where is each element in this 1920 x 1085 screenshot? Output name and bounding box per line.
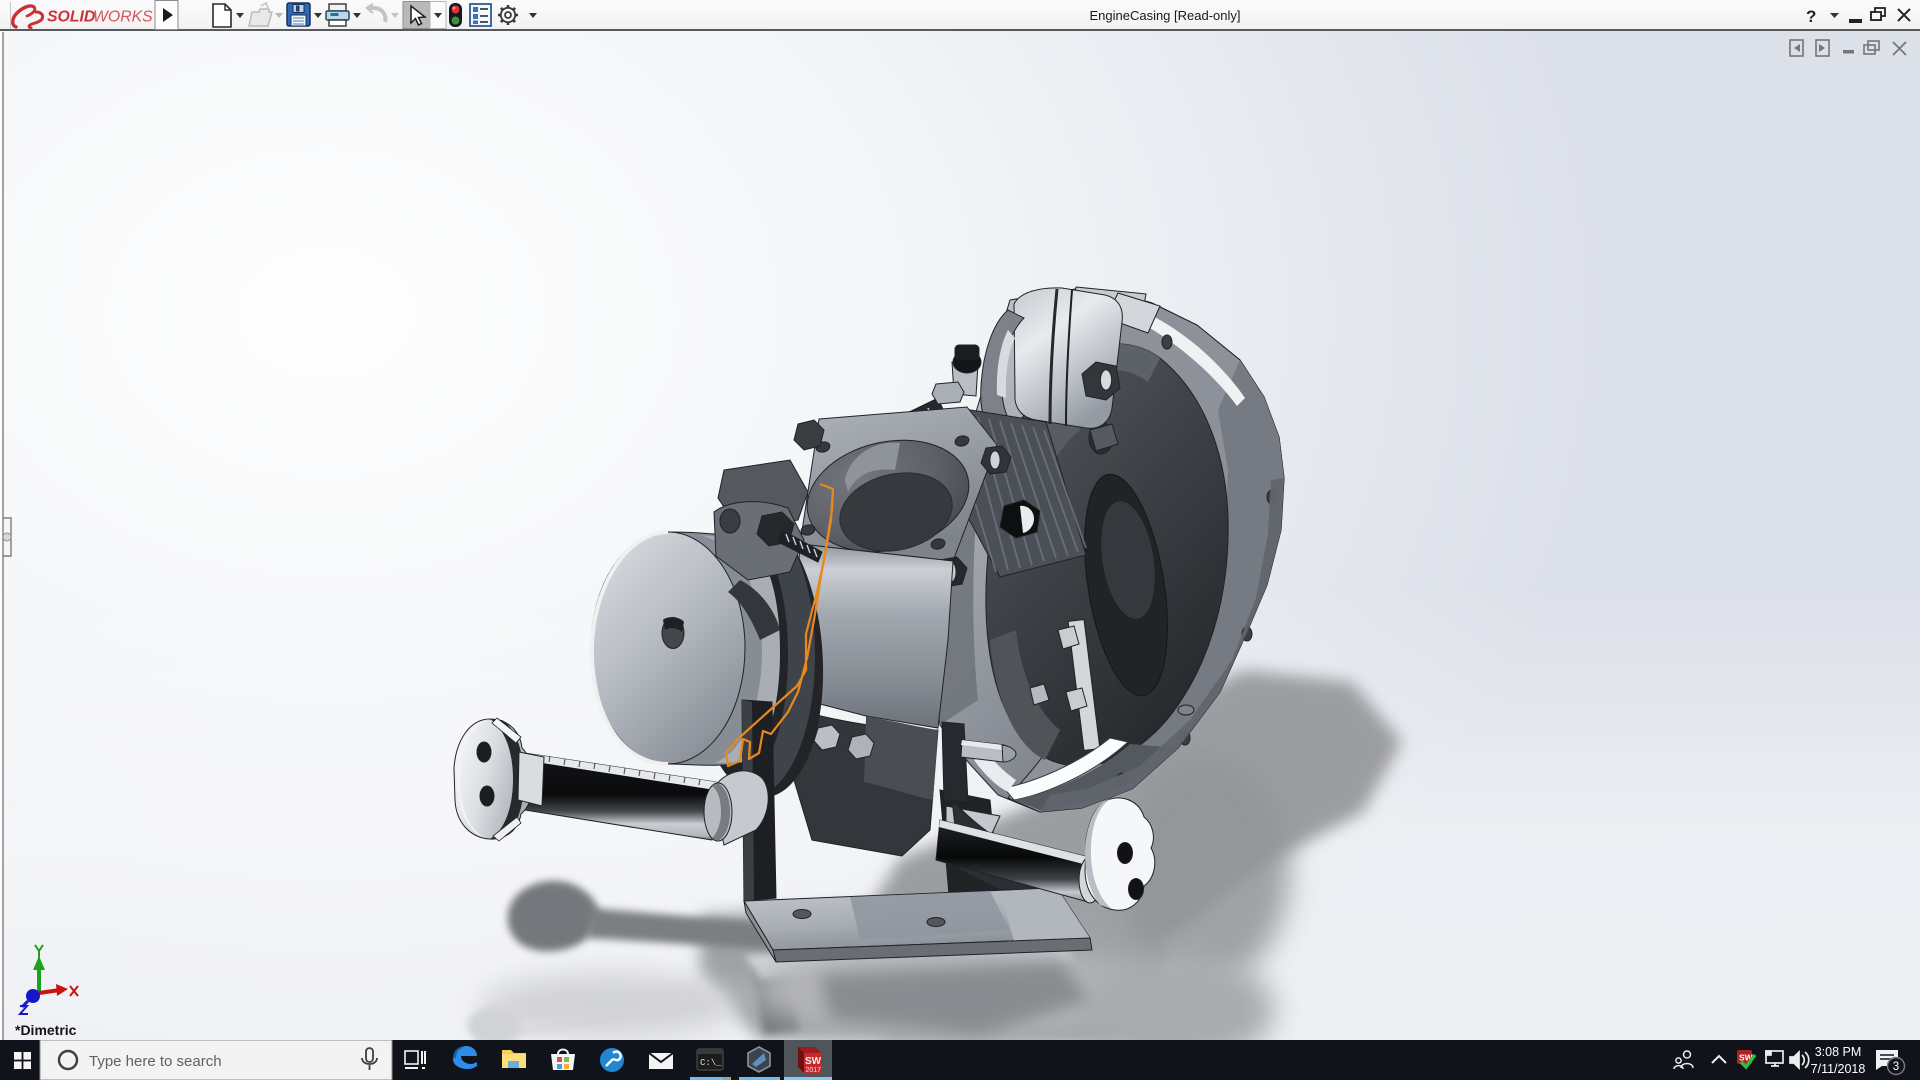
svg-text:Type here to search: Type here to search bbox=[89, 1053, 222, 1070]
svg-text:3:08 PM: 3:08 PM bbox=[1815, 1045, 1862, 1059]
svg-text:SOLID: SOLID bbox=[47, 9, 95, 26]
svg-text:7/11/2018: 7/11/2018 bbox=[1811, 1062, 1866, 1076]
svg-text:C:\_: C:\_ bbox=[700, 1058, 722, 1068]
svg-text:WORKS: WORKS bbox=[93, 9, 153, 26]
svg-text:SW: SW bbox=[805, 1056, 822, 1067]
svg-text:3: 3 bbox=[1893, 1061, 1899, 1073]
svg-text:2017: 2017 bbox=[806, 1067, 822, 1074]
svg-text:?: ? bbox=[1806, 7, 1816, 26]
